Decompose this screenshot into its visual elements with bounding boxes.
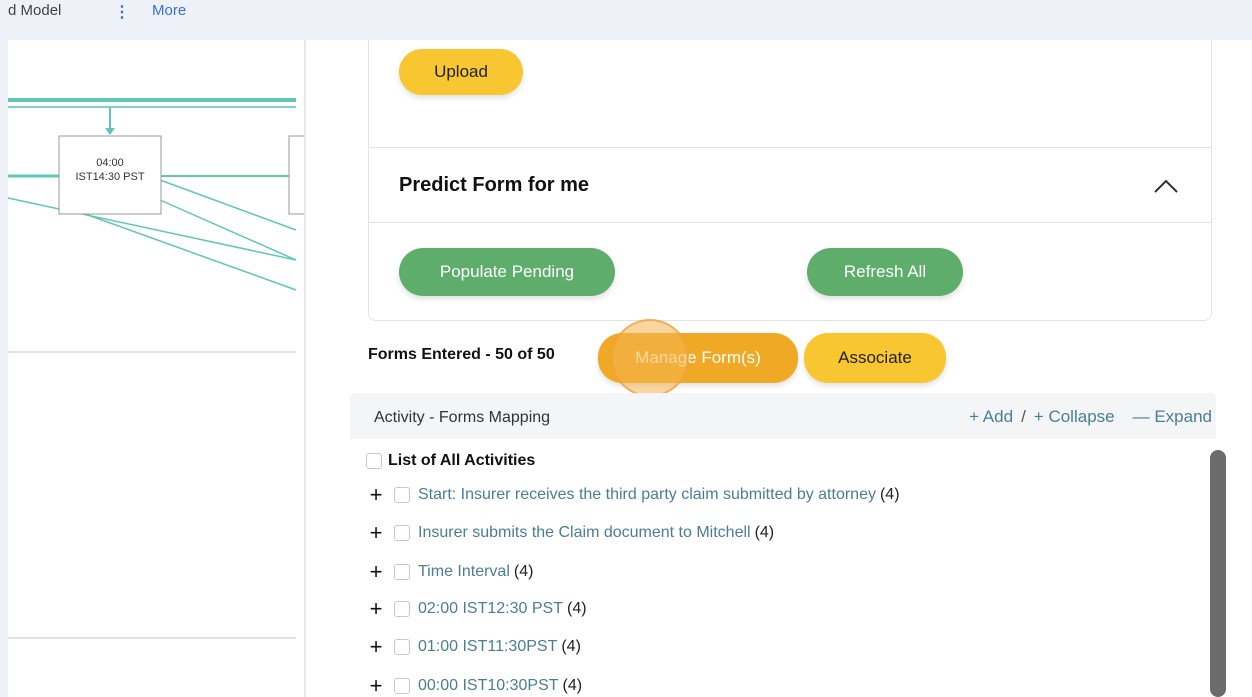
associate-button[interactable]: Associate [804, 333, 946, 383]
tree-item: + 02:00 IST12:30 PST (4) [364, 594, 587, 624]
expand-link[interactable]: — Expand [1133, 407, 1212, 427]
activity-label[interactable]: Start: Insurer receives the third party … [418, 486, 876, 504]
tree-item: + 00:00 IST10:30PST (4) [364, 671, 583, 697]
node-label: IST14:30 PST [75, 171, 144, 183]
divider [8, 637, 296, 639]
plus-icon[interactable]: + [364, 484, 388, 506]
diagram-node[interactable] [288, 135, 304, 215]
predict-form-card: Predict Form for me Populate Pending Ref… [368, 147, 1212, 321]
forms-panel: Upload Predict Form for me Populate Pend… [306, 40, 1252, 697]
activity-count: (4) [562, 677, 583, 694]
collapse-link[interactable]: + Collapse [1034, 407, 1115, 427]
manage-forms-button[interactable]: Manage Form(s) [598, 333, 798, 383]
kebab-menu-icon[interactable]: ⋮ [114, 2, 130, 22]
activity-count: (4) [879, 486, 900, 503]
activity-label[interactable]: Insurer submits the Claim document to Mi… [418, 524, 751, 542]
flow-line [159, 179, 297, 231]
predict-form-title: Predict Form for me [399, 174, 590, 196]
process-diagram[interactable]: 04:00 IST14:30 PST [8, 40, 304, 697]
activity-mapping-header: Activity - Forms Mapping + Add / + Colla… [350, 393, 1216, 439]
divider [8, 351, 296, 353]
tree-item: + 01:00 IST11:30PST (4) [364, 632, 581, 662]
top-nav: d Model ⋮ More [0, 0, 1252, 40]
tree-item: + Insurer submits the Claim document to … [364, 518, 775, 548]
tree-root: List of All Activities [366, 446, 535, 476]
action-separator: / [1021, 407, 1026, 426]
root-label: List of All Activities [388, 452, 536, 469]
more-link[interactable]: More [152, 2, 186, 19]
refresh-all-button[interactable]: Refresh All [807, 248, 963, 296]
activity-checkbox[interactable] [394, 525, 410, 541]
activity-checkbox[interactable] [394, 639, 410, 655]
plus-icon[interactable]: + [364, 561, 388, 583]
add-link[interactable]: + Add [969, 407, 1013, 427]
arrow-head-icon [105, 128, 115, 135]
activity-tree: List of All Activities + Start: Insurer … [350, 440, 1216, 697]
root-checkbox[interactable] [366, 453, 382, 469]
activity-label[interactable]: Time Interval [418, 563, 510, 581]
flow-line [159, 199, 297, 261]
tree-scrollbar[interactable] [1210, 450, 1226, 697]
plus-icon[interactable]: + [364, 636, 388, 658]
breadcrumb[interactable]: d Model [8, 2, 61, 19]
tree-item: + Time Interval (4) [364, 557, 534, 587]
activity-mapping-title: Activity - Forms Mapping [374, 409, 551, 426]
activity-label[interactable]: 01:00 IST11:30PST [418, 638, 557, 656]
plus-icon[interactable]: + [364, 522, 388, 544]
mapping-actions: + Add / + Collapse — Expand [969, 407, 1212, 427]
node-label: 04:00 [96, 157, 124, 169]
activity-count: (4) [566, 600, 587, 617]
activity-count: (4) [561, 638, 581, 655]
chevron-up-icon[interactable] [1151, 174, 1181, 198]
activity-count: (4) [513, 563, 534, 580]
upload-button[interactable]: Upload [399, 49, 523, 95]
populate-pending-button[interactable]: Populate Pending [399, 248, 615, 296]
plus-icon[interactable]: + [364, 598, 388, 620]
forms-entered-count: Forms Entered - 50 of 50 [368, 346, 555, 363]
activity-checkbox[interactable] [394, 678, 410, 694]
activity-checkbox[interactable] [394, 487, 410, 503]
upload-card: Upload [368, 40, 1212, 148]
tree-item: + Start: Insurer receives the third part… [364, 480, 900, 510]
activity-label[interactable]: 02:00 IST12:30 PST [418, 600, 563, 618]
process-diagram-panel: 04:00 IST14:30 PST [8, 40, 304, 697]
flow-line [87, 214, 297, 291]
activity-checkbox[interactable] [394, 564, 410, 580]
activity-count: (4) [754, 524, 775, 541]
activity-label[interactable]: 00:00 IST10:30PST [418, 677, 559, 695]
predict-form-header[interactable]: Predict Form for me [369, 148, 1211, 223]
activity-checkbox[interactable] [394, 601, 410, 617]
plus-icon[interactable]: + [364, 675, 388, 697]
